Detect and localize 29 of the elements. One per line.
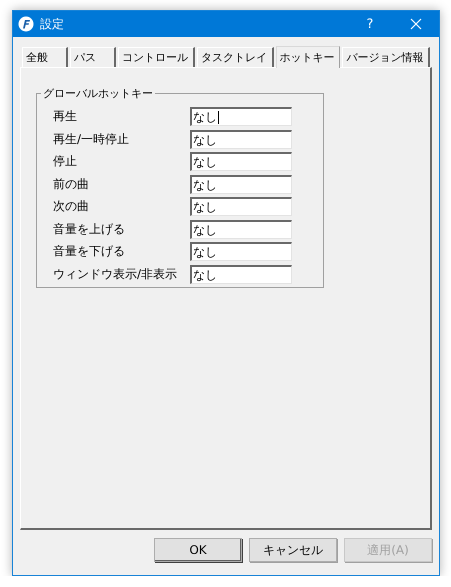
dialog-button[interactable]: キャンセル xyxy=(249,538,337,562)
window-title: 設定 xyxy=(40,16,65,32)
hotkey-field[interactable]: なし xyxy=(190,130,292,148)
hotkey-label: 次の曲 xyxy=(53,198,90,215)
tab[interactable]: タスクトレイ xyxy=(196,47,274,67)
hotkey-field[interactable]: なし xyxy=(190,152,292,171)
hotkey-label: 前の曲 xyxy=(53,176,90,192)
hotkey-label: ウィンドウ表示/非表示 xyxy=(53,266,178,282)
app-logo-icon xyxy=(18,16,34,32)
group-title: グローバルホットキー xyxy=(42,86,154,101)
tab[interactable]: パス xyxy=(70,47,116,67)
hotkey-field[interactable]: なし xyxy=(190,242,292,261)
tab[interactable]: コントロール xyxy=(118,47,195,67)
hotkey-label: 再生 xyxy=(53,108,78,125)
hotkey-field[interactable]: なし xyxy=(190,264,292,284)
help-button[interactable]: ? xyxy=(347,11,393,37)
hotkey-label: 停止 xyxy=(53,153,78,170)
tab[interactable]: ホットキー xyxy=(276,46,340,68)
tab[interactable]: バージョン情報 xyxy=(342,47,430,67)
tab[interactable]: 全般 xyxy=(22,47,68,67)
hotkey-field[interactable]: なし xyxy=(190,220,292,238)
close-icon xyxy=(410,18,422,30)
hotkey-field[interactable]: なし xyxy=(190,197,292,216)
hotkey-field[interactable]: なし xyxy=(190,107,292,126)
dialog-button[interactable]: OK xyxy=(154,538,242,562)
hotkey-label: 音量を上げる xyxy=(53,220,126,238)
hotkey-label: 再生/一時停止 xyxy=(53,130,130,148)
hotkey-label: 音量を下げる xyxy=(53,243,126,260)
hotkey-field[interactable]: なし xyxy=(190,174,292,194)
